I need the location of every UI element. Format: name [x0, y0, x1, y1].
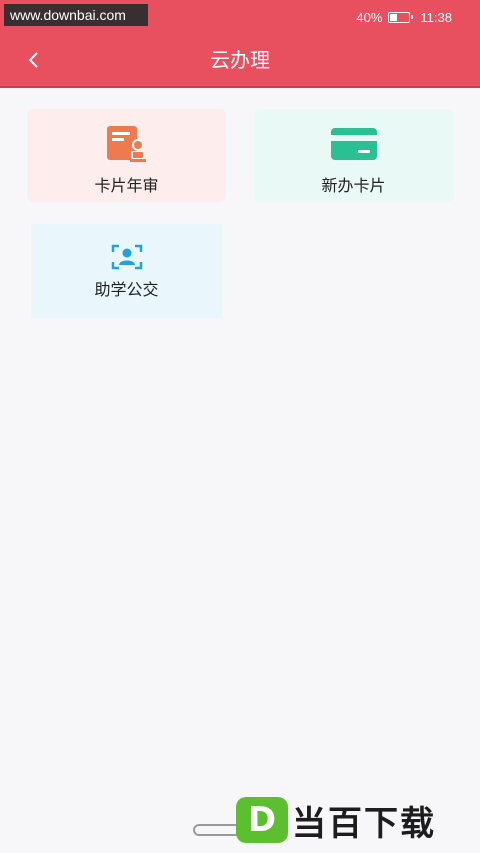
app-header: www.downbai.com 40% 11:38 云办理: [0, 0, 480, 88]
battery-icon: [388, 11, 414, 23]
card-new-card[interactable]: 新办卡片: [254, 109, 453, 202]
id-card-stamp-icon: [105, 125, 149, 163]
face-scan-icon: [111, 242, 143, 272]
card-annual-review[interactable]: 卡片年审: [27, 109, 226, 202]
card-label: 新办卡片: [321, 176, 386, 195]
status-bar: 40% 11:38: [356, 8, 452, 26]
battery-percent: 40%: [356, 9, 383, 25]
watermark-logo: D: [236, 797, 288, 843]
credit-card-icon: [330, 125, 377, 163]
card-label: 助学公交: [94, 280, 159, 299]
home-indicator[interactable]: [193, 824, 241, 836]
clock: 11:38: [420, 9, 452, 25]
bottom-watermark: D 当百下载: [236, 794, 476, 846]
card-label: 卡片年审: [94, 176, 159, 195]
page-title: 云办理: [210, 48, 270, 72]
watermark-text: 当百下载: [292, 803, 436, 844]
card-student-bus[interactable]: 助学公交: [31, 224, 222, 318]
site-watermark: www.downbai.com: [4, 4, 148, 26]
